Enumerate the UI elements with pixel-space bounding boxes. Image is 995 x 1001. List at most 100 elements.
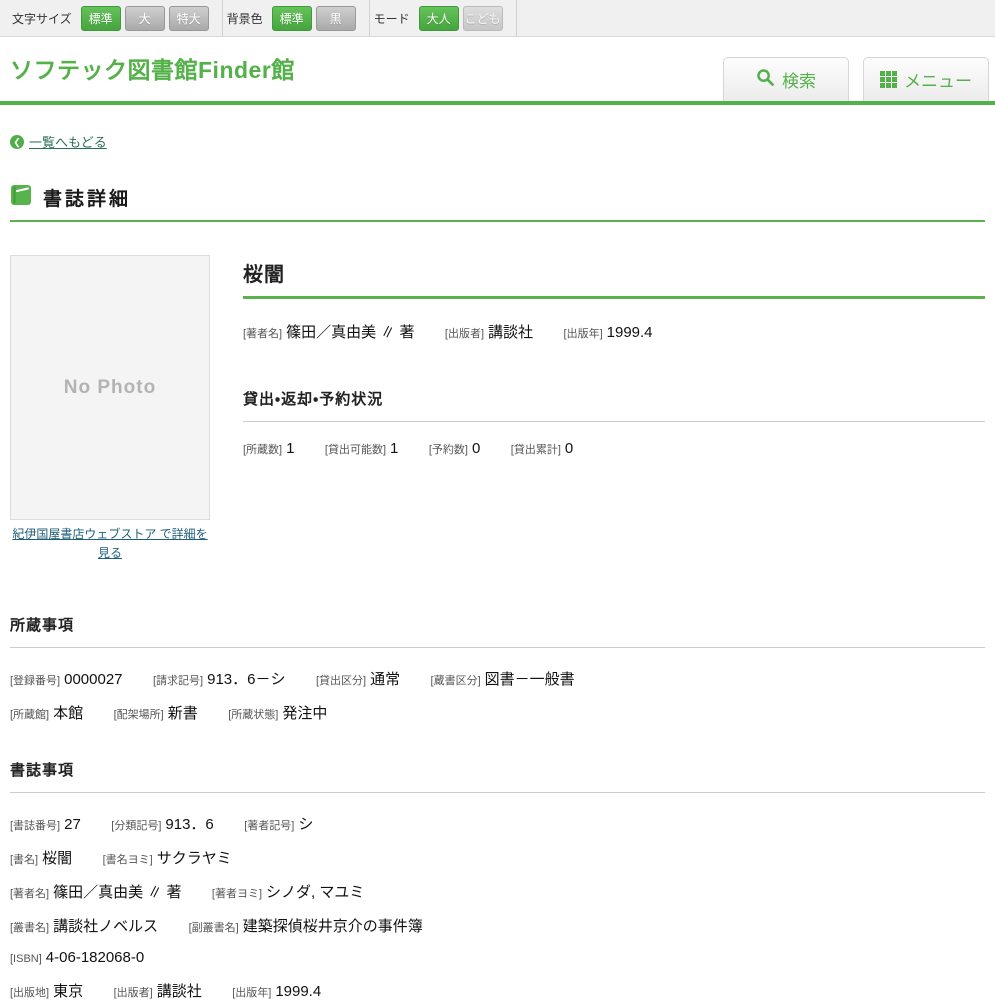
field-value: 東京 [53,983,83,1000]
field-label: [書誌番号] [10,820,60,832]
header-buttons: 検索 メニュー [723,57,989,101]
field-value: 1 [390,440,398,457]
book-icon [10,184,32,211]
holding-heading: 所蔵事項 [10,614,985,635]
font-size-group: 文字サイズ 標準 大 特大 [8,0,222,36]
circle-chevron-left-icon: ❮ [10,135,24,149]
biblio-row: [出版地] 東京 [出版者] 講談社 [出版年]1999.4 [10,980,985,1001]
cover-column: No Photo 紀伊国屋書店ウェブストア で詳細を見る [10,255,210,562]
lending-status-row: [所蔵数] 1 [貸出可能数]1 [予約数] 0 [貸出累計]0 [243,440,985,458]
field-value: 4-06-182068-0 [46,949,144,966]
field-label: [蔵書区分] [431,675,481,687]
field-value: 篠田／真由美 ∥ 著 [53,884,181,901]
field-pair: [著者名]篠田／真由美 ∥ 著 [10,884,181,901]
biblio-row: [書誌番号] 27 [分類記号]913．6 [著者記号] シ [10,813,985,834]
field-label: [予約数] [429,444,468,456]
field-pair: [著者名]篠田／真由美 ∥ 著 [243,324,414,341]
field-label: [ISBN] [10,953,42,965]
book-title: 桜闇 [243,258,985,287]
field-value: シ [298,816,313,833]
search-button[interactable]: 検索 [723,57,849,101]
field-pair: [書名ヨミ]サクラヤミ [103,850,232,867]
bg-standard-button[interactable]: 標準 [272,6,312,31]
book-meta-row: [著者名]篠田／真由美 ∥ 著 [出版者]講談社 [出版年]1999.4 [243,321,985,342]
field-pair: [貸出可能数]1 [325,440,398,457]
field-pair: [出版地] 東京 [10,983,83,1000]
font-size-xlarge-button[interactable]: 特大 [169,6,209,31]
field-pair: [書誌番号] 27 [10,816,81,833]
field-label: [貸出累計] [511,444,561,456]
field-value: 建築探偵桜井京介の事件簿 [243,918,423,935]
field-value: 講談社 [157,983,202,1000]
biblio-row: [ISBN] 4-06-182068-0 [10,949,985,967]
field-pair: [分類記号]913．6 [111,816,214,833]
field-pair: [貸出累計]0 [511,440,573,457]
back-to-list-link[interactable]: 一覧へもどる [29,132,107,151]
field-value: 篠田／真由美 ∥ 著 [286,324,414,341]
field-pair: [副叢書名]建築探偵桜井京介の事件簿 [189,918,423,935]
cover-placeholder: No Photo [10,255,210,520]
background-color-label: 背景色 [227,10,263,27]
field-value: 1999.4 [607,324,653,341]
field-label: [所蔵館] [10,709,49,721]
field-pair: [ISBN] 4-06-182068-0 [10,949,144,966]
info-column: 桜闇 [著者名]篠田／真由美 ∥ 著 [出版者]講談社 [出版年]1999.4 … [243,255,985,562]
field-pair: [所蔵状態] 発注中 [228,705,327,722]
field-value: 1 [286,440,294,457]
heading-divider [10,792,985,793]
search-icon [756,68,775,92]
field-pair: [蔵書区分] 図書－一般書 [431,671,575,688]
field-pair: [請求記号]913．6－シ [153,671,286,688]
field-value: 図書－一般書 [485,671,575,688]
site-title: ソフテック図書館Finder館 [10,51,295,85]
field-pair: [著者ヨミ]シノダ, マユミ [212,884,364,901]
title-divider [243,296,985,299]
field-value: 発注中 [282,705,327,722]
lending-status-heading: 貸出・返却・予約状況 [243,388,985,409]
section-divider [10,220,985,222]
field-label: [著者記号] [244,820,294,832]
field-value: シノダ, マユミ [266,884,364,901]
bg-black-button[interactable]: 黒 [316,6,356,31]
field-pair: [出版者] 講談社 [114,983,202,1000]
field-value: 本館 [53,705,83,722]
field-pair: [出版者]講談社 [445,324,533,341]
field-value: 913．6 [165,816,213,833]
mode-label: モード [374,10,410,27]
font-size-standard-button[interactable]: 標準 [81,6,121,31]
field-value: 0000027 [64,671,122,688]
background-color-group: 背景色 標準 黒 [223,0,369,36]
menu-button[interactable]: メニュー [863,57,989,101]
site-header: ソフテック図書館Finder館 検索 メニュー [0,37,995,105]
field-label: [出版者] [445,328,484,340]
menu-button-label: メニュー [904,67,972,92]
field-label: [出版地] [10,987,49,999]
mode-kids-button[interactable]: こども [463,6,503,31]
menu-grid-icon [880,71,897,88]
font-size-large-button[interactable]: 大 [125,6,165,31]
kinokuniya-store-link[interactable]: 紀伊国屋書店ウェブストア で詳細を見る [10,525,210,562]
field-label: [出版者] [114,987,153,999]
field-pair: [予約数] 0 [429,440,480,457]
field-value: 講談社ノベルス [53,918,158,935]
field-label: [貸出区分] [316,675,366,687]
field-label: [所蔵状態] [228,709,278,721]
biblio-heading: 書誌事項 [10,759,985,780]
field-pair: [出版年]1999.4 [232,983,321,1000]
field-pair: [書名]桜闇 [10,850,72,867]
field-value: 新書 [168,705,198,722]
mode-adult-button[interactable]: 大人 [419,6,459,31]
field-label: [書名ヨミ] [103,854,153,866]
field-value: 0 [472,440,480,457]
book-detail: No Photo 紀伊国屋書店ウェブストア で詳細を見る 桜闇 [著者名]篠田／… [10,255,985,562]
field-label: [所蔵数] [243,444,282,456]
holding-section: 所蔵事項 [登録番号]0000027 [請求記号]913．6－シ [貸出区分]通… [10,614,985,723]
section-head: 書誌詳細 [10,184,985,211]
field-label: [叢書名] [10,922,49,934]
field-label: [書名] [10,854,38,866]
field-value: 27 [64,816,81,833]
field-pair: [配架場所]新書 [114,705,198,722]
field-label: [請求記号] [153,675,203,687]
main-content: ❮ 一覧へもどる 書誌詳細 No Photo 紀伊国屋書店ウェブストア で詳細を… [0,132,995,1001]
search-button-label: 検索 [782,67,816,92]
